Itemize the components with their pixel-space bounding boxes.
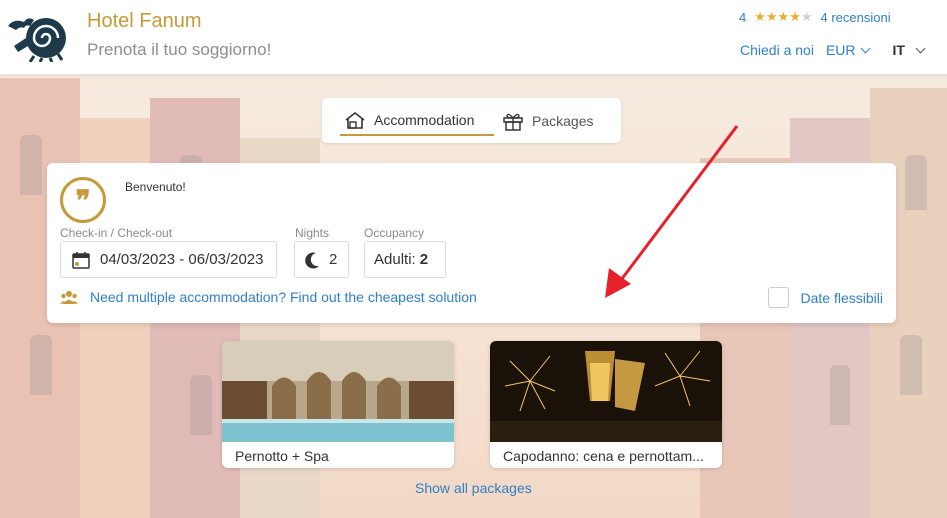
checkin-label: Check-in / Check-out xyxy=(60,226,173,240)
language-selector[interactable]: IT xyxy=(892,42,926,58)
rating-summary[interactable]: 4 ★★★★★ 4 recensioni xyxy=(739,9,891,25)
occupancy-value: 2 xyxy=(419,251,429,268)
multiple-accommodation-link[interactable]: Need multiple accommodation? Find out th… xyxy=(60,289,477,305)
hotel-logo[interactable] xyxy=(4,12,70,62)
tagline: Prenota il tuo soggiorno! xyxy=(87,40,272,59)
chevron-down-icon xyxy=(915,43,926,54)
rating-stars: ★★★★★ xyxy=(754,9,812,25)
top-nav: Chiedi a noi EUR IT xyxy=(740,42,926,58)
flexible-dates[interactable]: Date flessibili xyxy=(767,287,883,308)
star-icon: ★ xyxy=(777,9,790,24)
gift-icon xyxy=(503,113,523,131)
multiple-accommodation-text: Need multiple accommodation? Find out th… xyxy=(90,289,477,305)
tab-label: Accommodation xyxy=(374,112,475,128)
booking-card: ❞ Benvenuto! Check-in / Check-out 04/03/… xyxy=(47,163,896,323)
nights-value: 2 xyxy=(329,251,338,268)
currency-selector[interactable]: EUR xyxy=(825,42,870,58)
package-title: Capodanno: cena e pernottam... xyxy=(503,448,704,464)
dates-value: 04/03/2023 - 06/03/2023 xyxy=(100,251,264,268)
star-icon: ★ xyxy=(789,9,801,24)
package-image-spa xyxy=(222,341,454,442)
show-all-packages-link[interactable]: Show all packages xyxy=(415,480,532,496)
tab-packages[interactable]: Packages xyxy=(502,106,603,136)
dates-field[interactable]: 04/03/2023 - 06/03/2023 xyxy=(60,241,277,278)
quote-icon: ❞ xyxy=(60,177,106,223)
chevron-down-icon xyxy=(860,43,870,54)
occupancy-prefix: Adulti: xyxy=(374,251,416,268)
currency-value: EUR xyxy=(825,42,856,58)
package-title: Pernotto + Spa xyxy=(235,448,329,464)
welcome-message: Benvenuto! xyxy=(125,180,186,194)
nights-field[interactable]: 2 xyxy=(294,241,349,278)
star-icon: ★ xyxy=(765,9,778,24)
tab-accommodation[interactable]: Accommodation xyxy=(340,106,494,136)
star-empty-icon: ★ xyxy=(800,9,813,24)
flexible-dates-label: Date flessibili xyxy=(800,289,883,306)
reviews-link[interactable]: 4 recensioni xyxy=(821,10,891,25)
house-icon xyxy=(345,111,365,129)
occupancy-label: Occupancy xyxy=(364,226,425,240)
star-icon: ★ xyxy=(754,9,766,24)
moon-icon xyxy=(305,251,319,268)
rating-value: 4 xyxy=(739,9,747,25)
language-value: IT xyxy=(892,42,905,58)
site-header: Hotel Fanum Prenota il tuo soggiorno! 4 … xyxy=(0,0,947,75)
tab-label: Packages xyxy=(532,113,594,129)
booking-tabs: Accommodation Packages xyxy=(322,98,621,143)
package-image-champagne xyxy=(490,341,722,442)
nights-label: Nights xyxy=(295,226,330,240)
flexible-dates-checkbox[interactable] xyxy=(767,287,789,308)
calendar-icon xyxy=(72,251,90,269)
group-icon xyxy=(60,291,78,304)
hotel-name: Hotel Fanum xyxy=(87,10,202,32)
contact-link[interactable]: Chiedi a noi xyxy=(740,42,814,58)
occupancy-field[interactable]: Adulti: 2 xyxy=(364,241,446,278)
package-card[interactable]: Capodanno: cena e pernottam... xyxy=(490,341,722,468)
package-card[interactable]: Pernotto + Spa xyxy=(222,341,454,468)
